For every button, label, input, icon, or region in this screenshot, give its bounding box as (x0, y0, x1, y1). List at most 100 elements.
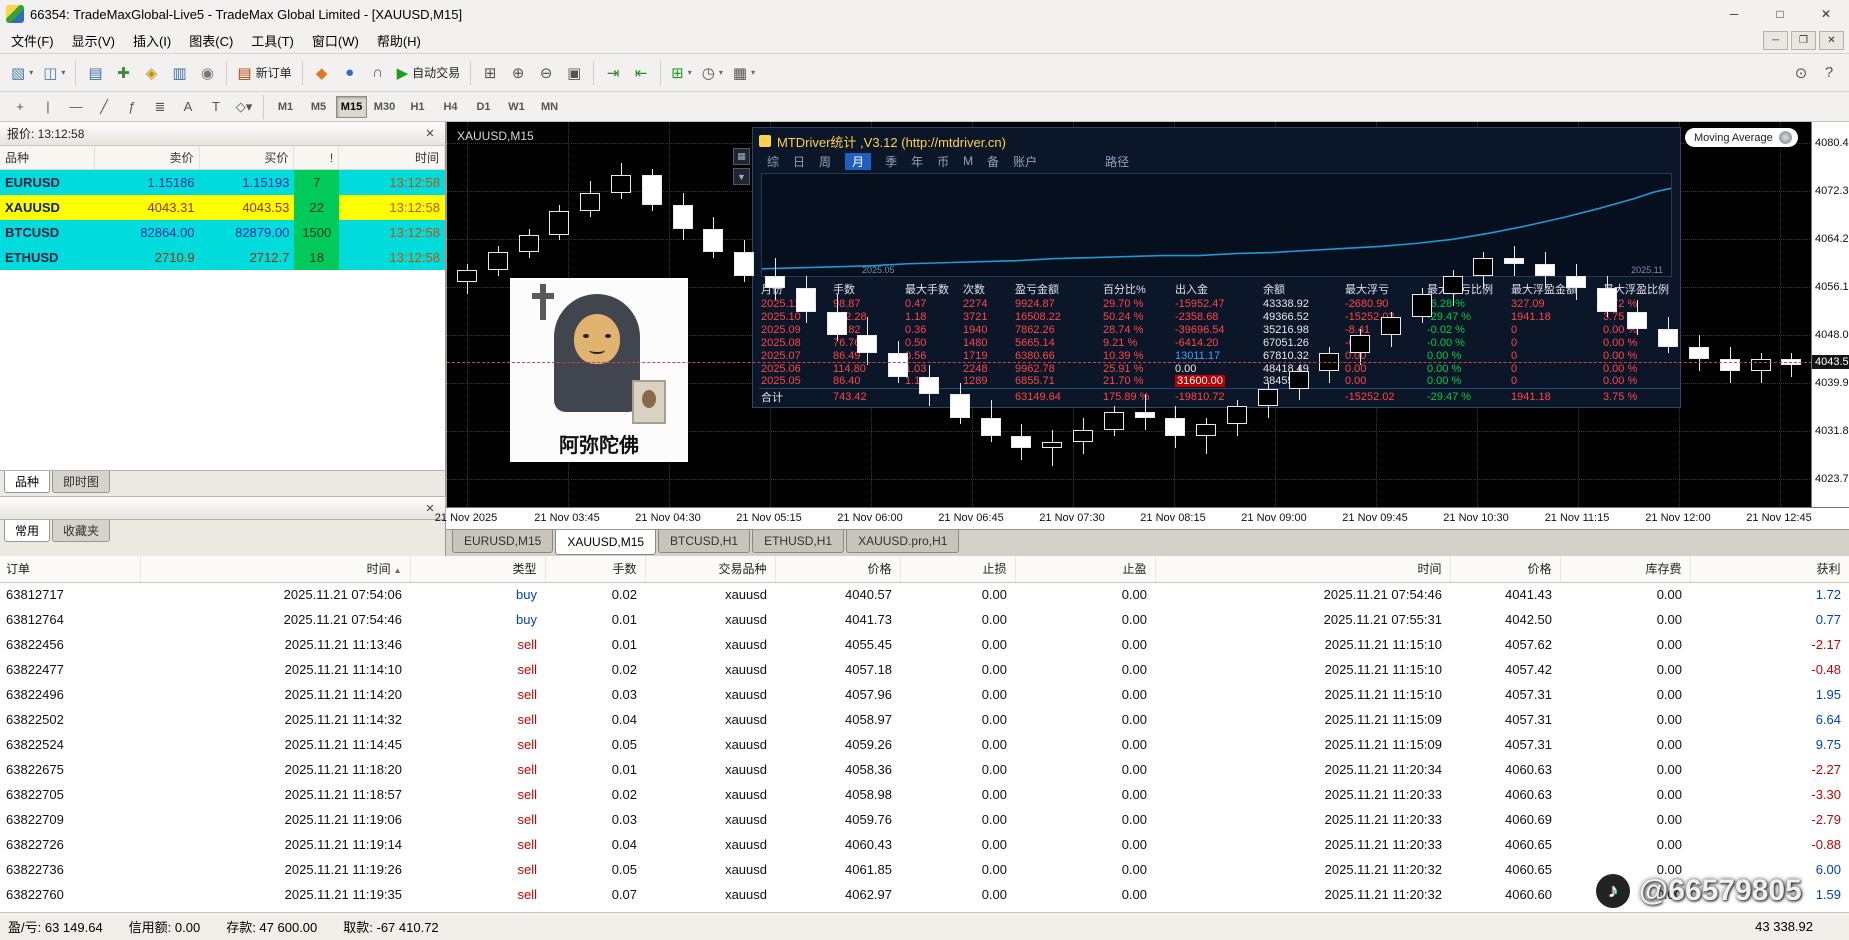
candlestick-chart[interactable]: XAUUSD,M15 ▦ ▼ 阿弥陀佛 MTDriver统计 ,V3.12 (447, 122, 1812, 507)
maximize-button[interactable]: □ (1757, 0, 1803, 28)
channels-tool[interactable]: ≣ (147, 95, 173, 119)
zoom-out-button[interactable]: ⊖ (532, 59, 560, 87)
menu-item-6[interactable]: 窗口(W) (303, 28, 368, 53)
menu-item-7[interactable]: 帮助(H) (368, 28, 430, 53)
trades-column-2[interactable]: 时间▲ (140, 556, 410, 582)
mtdriver-menu-[interactable]: 年 (911, 153, 923, 170)
mtdriver-menu-[interactable]: 账户 (1013, 153, 1037, 170)
chart-shift-button[interactable]: ⇤ (627, 59, 655, 87)
mtdriver-menu-[interactable]: 综 (767, 153, 779, 170)
trade-row[interactable]: 638225242025.11.21 11:14:45sell0.05xauus… (0, 732, 1849, 757)
arrange-windows-button[interactable]: ⊞ (476, 59, 504, 87)
time-axis[interactable]: 21 Nov 202521 Nov 03:4521 Nov 04:3021 No… (446, 507, 1849, 529)
market-watch-row[interactable]: XAUUSD4043.314043.532213:12:58 (0, 195, 445, 220)
timeframe-h1[interactable]: H1 (402, 96, 433, 118)
vertical-line-tool[interactable]: | (35, 95, 61, 119)
chart-tab-xauusd-m15[interactable]: XAUUSD,M15 (555, 530, 656, 555)
mtdriver-menu-[interactable]: 季 (885, 153, 897, 170)
trade-row[interactable]: 638227602025.11.21 11:19:35sell0.07xauus… (0, 882, 1849, 907)
trades-column-7[interactable]: 止损 (900, 556, 1015, 582)
tile-windows-button[interactable]: ▣ (560, 59, 588, 87)
mtdriver-menu-[interactable]: 月 (845, 153, 871, 170)
trades-column-3[interactable]: 类型 (410, 556, 545, 582)
timeframe-h4[interactable]: H4 (435, 96, 466, 118)
navigator-button[interactable]: ◈ (137, 59, 165, 87)
auto-scroll-button[interactable]: ⇥ (599, 59, 627, 87)
price-scale[interactable]: 4080.44072.34064.24056.14048.04039.94031… (1811, 122, 1849, 507)
menu-item-2[interactable]: 显示(V) (63, 28, 124, 53)
trade-row[interactable]: 638227262025.11.21 11:19:14sell0.04xauus… (0, 832, 1849, 857)
chart-minimize-button[interactable]: ─ (1763, 31, 1788, 50)
timeframe-w1[interactable]: W1 (501, 96, 532, 118)
mtdriver-menu-[interactable]: 周 (819, 153, 831, 170)
chart-tab-xauusd-pro-h1[interactable]: XAUUSD.pro,H1 (846, 530, 959, 553)
market-watch-row[interactable]: BTCUSD82864.0082879.00150013:12:58 (0, 220, 445, 245)
indicator-window-button[interactable]: ▦ (733, 148, 750, 165)
trades-column-8[interactable]: 止盈 (1015, 556, 1155, 582)
trade-row[interactable]: 638127172025.11.21 07:54:06buy0.02xauusd… (0, 582, 1849, 607)
timeframe-m30[interactable]: M30 (369, 96, 400, 118)
data-window-button[interactable]: ✚ (109, 59, 137, 87)
close-button[interactable]: ✕ (1803, 0, 1849, 28)
timeframe-mn[interactable]: MN (534, 96, 565, 118)
moving-average-label[interactable]: Moving Average (1685, 128, 1798, 147)
chart-close-button[interactable]: ✕ (1819, 31, 1844, 50)
trendline-tool[interactable]: ╱ (91, 95, 117, 119)
market-watch-button[interactable]: ▤ (81, 59, 109, 87)
trades-column-5[interactable]: 交易品种 (645, 556, 775, 582)
menu-item-1[interactable]: 文件(F) (2, 28, 63, 53)
mw-column-3[interactable]: 买价 (200, 146, 295, 169)
strategy-tester-button[interactable]: ◉ (193, 59, 221, 87)
close-icon[interactable]: ✕ (422, 126, 438, 142)
trade-row[interactable]: 638227362025.11.21 11:19:26sell0.05xauus… (0, 857, 1849, 882)
chart-window[interactable]: XAUUSD,M15 ▦ ▼ 阿弥陀佛 MTDriver统计 ,V3.12 (446, 122, 1849, 507)
sounds-button[interactable]: ∩ (364, 59, 392, 87)
trades-column-10[interactable]: 价格 (1450, 556, 1560, 582)
market-watch-tab-[interactable]: 即时图 (52, 471, 110, 493)
timeframe-m5[interactable]: M5 (303, 96, 334, 118)
navigator-tab-[interactable]: 常用 (4, 520, 50, 542)
timeframe-m1[interactable]: M1 (270, 96, 301, 118)
chart-tab-eurusd-m15[interactable]: EURUSD,M15 (452, 530, 553, 553)
horizontal-line-tool[interactable]: — (63, 95, 89, 119)
trades-column-6[interactable]: 价格 (775, 556, 900, 582)
chart-restore-button[interactable]: ❐ (1791, 31, 1816, 50)
menu-item-3[interactable]: 插入(I) (124, 28, 180, 53)
market-watch-row[interactable]: ETHUSD2710.92712.71813:12:58 (0, 245, 445, 270)
help-button[interactable]: ? (1815, 59, 1843, 87)
mw-column-1[interactable]: 品种 (0, 146, 95, 169)
timeframe-m15[interactable]: M15 (336, 96, 367, 118)
trades-column-4[interactable]: 手数 (545, 556, 645, 582)
menu-item-4[interactable]: 图表(C) (180, 28, 242, 53)
new-order-button[interactable]: ▤新订单 (232, 59, 296, 87)
mtdriver-menu-m[interactable]: M (963, 154, 973, 168)
trade-row[interactable]: 638224962025.11.21 11:14:20sell0.03xauus… (0, 682, 1849, 707)
fibonacci-tool[interactable]: ƒ (119, 95, 145, 119)
trade-row[interactable]: 638227052025.11.21 11:18:57sell0.02xauus… (0, 782, 1849, 807)
indicators-button[interactable]: ⊞▾ (666, 59, 697, 87)
new-chart-button[interactable]: ▧▾ (6, 59, 38, 87)
metaeditor-button[interactable]: ◆ (308, 59, 336, 87)
mtdriver-menu-[interactable]: 币 (937, 153, 949, 170)
trade-row[interactable]: 638226752025.11.21 11:18:20sell0.01xauus… (0, 757, 1849, 782)
options-button[interactable]: ● (336, 59, 364, 87)
trade-row[interactable]: 638224772025.11.21 11:14:10sell0.02xauus… (0, 657, 1849, 682)
trade-row[interactable]: 638227092025.11.21 11:19:06sell0.03xauus… (0, 807, 1849, 832)
text-tool[interactable]: A (175, 95, 201, 119)
mw-column-5[interactable]: 时间 (339, 146, 445, 169)
trades-column-9[interactable]: 时间 (1155, 556, 1450, 582)
shapes-tool[interactable]: ◇▾ (231, 95, 257, 119)
mtdriver-menu-[interactable]: 日 (793, 153, 805, 170)
autotrading-button[interactable]: ▶自动交易 (392, 59, 466, 87)
mtdriver-menu-[interactable]: 备 (987, 153, 999, 170)
crosshair-tool[interactable]: + (7, 95, 33, 119)
label-tool[interactable]: T (203, 95, 229, 119)
menu-item-5[interactable]: 工具(T) (242, 28, 303, 53)
trade-row[interactable]: 638224562025.11.21 11:13:46sell0.01xauus… (0, 632, 1849, 657)
mw-column-2[interactable]: 卖价 (95, 146, 200, 169)
periods-button[interactable]: ◷▾ (697, 59, 728, 87)
trades-column-11[interactable]: 库存费 (1560, 556, 1690, 582)
mw-column-4[interactable]: ! (294, 146, 339, 169)
chart-tab-btcusd-h1[interactable]: BTCUSD,H1 (658, 530, 750, 553)
trade-row[interactable]: 638127642025.11.21 07:54:46buy0.01xauusd… (0, 607, 1849, 632)
